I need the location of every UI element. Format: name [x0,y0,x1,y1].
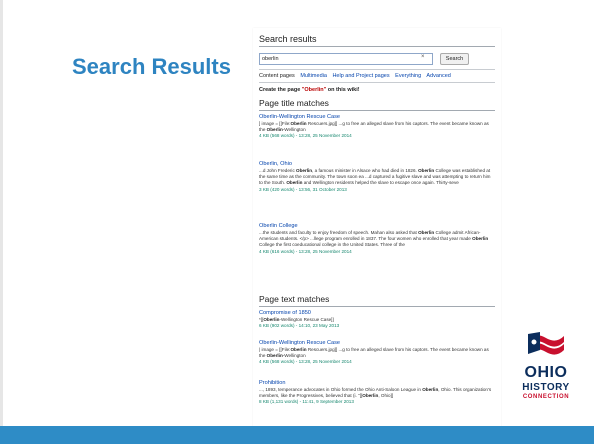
result-meta: 4 KB (568 words) - 13:28, 25 November 20… [259,133,352,139]
tab-everything[interactable]: Everything [395,73,421,79]
result-snippet: ...the students and faculty to enjoy fre… [259,230,489,248]
create-suffix: on this wiki! [326,87,360,93]
text-matches-heading: Page text matches [259,294,330,304]
result-title-link[interactable]: Oberlin College [259,223,495,230]
list-item: Oberlin-Wellington Rescue Case | image =… [259,340,495,366]
create-prefix: Create the page [259,87,302,93]
slide: Search Results Search results oberlin × … [0,0,594,444]
result-title-link[interactable]: Prohibition [259,380,495,387]
result-snippet: ...d John Frederic Oberlin, a famous min… [259,168,491,186]
ohio-flag-icon [528,332,564,355]
footer-bar [0,426,594,444]
search-button[interactable]: Search [440,53,469,65]
logo-word-history: HISTORY [522,382,570,393]
result-snippet: ..., 1893, temperance advocates in Ohio … [259,387,492,399]
ohio-history-connection-logo: OHIO HISTORY CONNECTION [512,330,580,410]
list-item: Oberlin College ...the students and facu… [259,223,495,255]
search-results-screenshot: Search results oberlin × Search Content … [253,28,501,435]
tab-content-pages[interactable]: Content pages [259,73,295,79]
result-title-link[interactable]: Oberlin-Wellington Rescue Case [259,340,495,347]
search-profile-tabs: Content pages Multimedia Help and Projec… [259,69,495,83]
create-page-notice: Create the page "Oberlin" on this wiki! [259,87,360,93]
list-item: Prohibition ..., 1893, temperance advoca… [259,380,495,406]
title-matches-heading: Page title matches [259,98,329,108]
list-item: Oberlin, Ohio ...d John Frederic Oberlin… [259,161,495,193]
search-query: oberlin [262,56,279,62]
result-snippet: ] image = [[File:Oberlin Rescuers.jpg]] … [259,121,489,133]
create-page-link[interactable]: "Oberlin" [302,87,326,93]
result-title-link[interactable]: Oberlin-Wellington Rescue Case [259,114,495,121]
result-meta: 4 KB (616 words) - 13:28, 25 November 20… [259,248,352,254]
result-title-link[interactable]: Oberlin, Ohio [259,161,495,168]
logo-word-ohio: OHIO [524,364,568,381]
search-input[interactable]: oberlin [259,53,433,65]
clear-icon[interactable]: × [421,54,425,60]
list-item: Oberlin-Wellington Rescue Case ] image =… [259,114,495,140]
result-meta: 6 KB (902 words) - 14:10, 23 May 2013 [259,323,340,329]
title-matches-divider [259,110,495,111]
heading-divider [259,46,495,47]
result-meta: 8 KB (1,131 words) - 11:41, 9 September … [259,399,354,405]
slide-title: Search Results [72,54,231,79]
result-meta: 3 KB (420 words) - 13:56, 31 October 201… [259,186,347,192]
result-meta: 4 KB (568 words) - 13:28, 25 November 20… [259,359,352,365]
result-snippet: | image = [[File:Oberlin Rescuers.jpg]] … [259,347,489,359]
search-results-heading: Search results [259,34,317,44]
logo-word-connection: CONNECTION [522,394,570,400]
list-item: Compromise of 1850 *[[Oberlin-Wellington… [259,310,495,329]
result-title-link[interactable]: Compromise of 1850 [259,310,495,317]
tab-multimedia[interactable]: Multimedia [300,73,327,79]
tab-advanced[interactable]: Advanced [426,73,450,79]
text-matches-divider [259,306,495,307]
tab-help-project-pages[interactable]: Help and Project pages [332,73,389,79]
result-snippet: *[[Oberlin-Wellington Rescue Case]] [259,317,334,322]
slide-left-border [0,0,3,444]
